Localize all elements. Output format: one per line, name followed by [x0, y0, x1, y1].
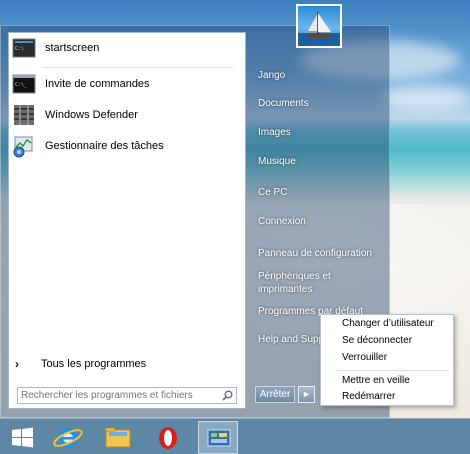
- folder-icon: [105, 427, 131, 448]
- link-music[interactable]: Musique: [258, 156, 296, 167]
- startscreen-icon: C:\: [12, 36, 36, 60]
- menu-item-sleep[interactable]: Mettre en veille: [342, 375, 410, 386]
- program-item-command-prompt[interactable]: C:\_ Invite de commandes: [10, 71, 244, 97]
- start-button[interactable]: [2, 421, 42, 454]
- taskbar-file-explorer[interactable]: [98, 421, 138, 454]
- svg-text:C:\: C:\: [15, 46, 24, 52]
- internet-explorer-icon: [53, 428, 83, 448]
- search-field[interactable]: [17, 387, 237, 404]
- taskbar-internet-explorer[interactable]: [48, 421, 88, 454]
- program-label: Gestionnaire des tâches: [45, 140, 164, 152]
- user-avatar[interactable]: [296, 4, 342, 48]
- defender-icon: [12, 103, 36, 127]
- search-icon[interactable]: [222, 390, 233, 401]
- link-images[interactable]: Images: [258, 127, 291, 138]
- chevron-right-icon: ›: [15, 357, 19, 371]
- link-help-support[interactable]: Help and Supp: [258, 334, 324, 345]
- menu-item-restart[interactable]: Redémarrer: [342, 391, 395, 402]
- cmd-icon: C:\_: [12, 72, 36, 96]
- program-label: startscreen: [45, 42, 100, 54]
- taskbar-control-panel[interactable]: [198, 421, 238, 454]
- program-item-windows-defender[interactable]: Windows Defender: [10, 102, 244, 128]
- shutdown-options-button[interactable]: ►: [298, 386, 315, 403]
- program-label: Windows Defender: [45, 109, 138, 121]
- link-user-folder[interactable]: Jango: [258, 70, 285, 81]
- program-item-task-manager[interactable]: Gestionnaire des tâches: [10, 133, 244, 159]
- all-programs-button[interactable]: › Tous les programmes: [11, 355, 243, 373]
- link-devices-printers[interactable]: Périphériques et imprimantes: [258, 270, 331, 296]
- svg-text:C:\_: C:\_: [15, 82, 28, 88]
- link-this-pc[interactable]: Ce PC: [258, 187, 287, 198]
- control-panel-icon: [207, 429, 231, 447]
- menu-item-lock[interactable]: Verrouiller: [342, 352, 387, 363]
- shutdown-button[interactable]: Arrêter: [255, 386, 295, 403]
- windows-logo-icon: [12, 427, 33, 448]
- opera-icon: [159, 427, 177, 449]
- program-item-startscreen[interactable]: C:\ startscreen: [10, 35, 244, 61]
- search-input[interactable]: [18, 388, 214, 403]
- shutdown-options-menu: Changer d’utilisateur Se déconnecter Ver…: [320, 314, 454, 406]
- menu-item-switch-user[interactable]: Changer d’utilisateur: [342, 318, 434, 329]
- separator: [43, 67, 233, 68]
- link-control-panel[interactable]: Panneau de configuration: [258, 248, 372, 259]
- menu-item-sign-out[interactable]: Se déconnecter: [342, 335, 412, 346]
- all-programs-label: Tous les programmes: [41, 358, 147, 370]
- link-documents[interactable]: Documents: [258, 98, 309, 109]
- task-manager-icon: [12, 134, 36, 158]
- link-connect[interactable]: Connexion: [258, 216, 306, 227]
- taskbar-opera[interactable]: [148, 421, 188, 454]
- taskbar: [0, 418, 470, 454]
- arrow-right-icon: ►: [302, 389, 311, 399]
- menu-separator: [337, 370, 449, 371]
- start-menu-programs-panel: C:\ startscreen C:\_ Invite de commandes: [8, 32, 246, 409]
- program-label: Invite de commandes: [45, 78, 150, 90]
